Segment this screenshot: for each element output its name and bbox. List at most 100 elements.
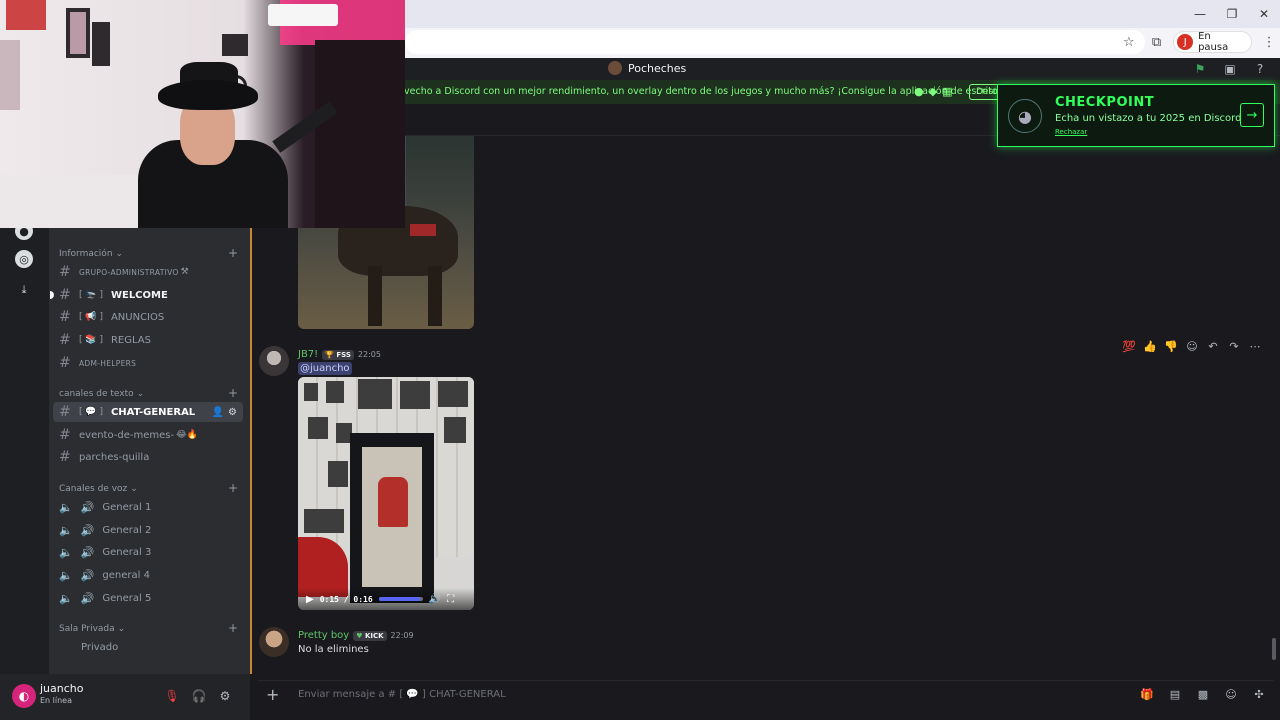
user-mention[interactable]: @juancho [298, 362, 352, 375]
author-avatar[interactable] [259, 346, 289, 376]
voice-general-1[interactable]: 🔈 🔊 General 1 [53, 497, 243, 517]
speaker-icon: 🔊 [80, 568, 95, 582]
channel-actions: 👤 ⚙ [212, 407, 237, 418]
gift-icon[interactable]: 🎁 [1140, 687, 1154, 701]
webcam-frame [268, 4, 338, 26]
message-composer[interactable]: + Enviar mensaje a # [ 💬 ] CHAT-GENERAL … [258, 680, 1274, 708]
category-sala-privada[interactable]: Sala Privada ⌄ [59, 624, 125, 634]
chat-scrollbar[interactable] [1272, 638, 1276, 660]
volume-icon[interactable]: 🔊 [429, 594, 441, 605]
voice-general-2[interactable]: 🔈 🔊 General 2 [53, 520, 243, 540]
voice-general-3[interactable]: 🔈 🔊 General 3 [53, 542, 243, 562]
hash-icon: # [59, 287, 71, 303]
video-frame [304, 383, 318, 401]
emoji-icon[interactable]: ☺ [1224, 687, 1238, 701]
hash-icon: # [59, 309, 71, 325]
more-options-icon[interactable]: ⋯ [1247, 338, 1263, 354]
hash-icon: # [59, 264, 71, 280]
hash-icon: # [59, 427, 71, 443]
reaction-100-icon[interactable]: 💯 [1121, 338, 1137, 354]
channel-label: parches-quilla [79, 451, 150, 463]
badge-label: KICK [364, 631, 384, 640]
webcam-frame [315, 40, 405, 228]
user-avatar[interactable]: ◐ [12, 684, 36, 708]
timestamp: 22:05 [357, 350, 381, 359]
role-badge: ♥ KICK [353, 630, 387, 641]
timestamp: 22:09 [390, 631, 414, 640]
extensions-icon[interactable]: ⧉ [1146, 31, 1168, 53]
video-progress-fill [378, 597, 421, 601]
address-bar[interactable] [405, 30, 1145, 54]
webcam-frame [0, 175, 140, 228]
channel-adm-helpers[interactable]: # ADM-HELPERS [53, 353, 243, 373]
voice-general-5[interactable]: 🔈 🔊 General 5 [53, 588, 243, 608]
add-reaction-icon[interactable]: ☺ [1184, 338, 1200, 354]
attach-plus-icon[interactable]: + [266, 685, 279, 704]
thumbs-down-icon[interactable]: 👎 [1163, 338, 1179, 354]
channel-label: General 2 [102, 524, 152, 536]
invite-icon[interactable]: 👤 [212, 407, 224, 418]
sticker-icon[interactable]: ▩ [1196, 687, 1210, 701]
author-name[interactable]: JB7! [298, 349, 318, 360]
play-icon[interactable]: ▶ [306, 594, 314, 605]
discord-logo-icon: ◕ [1008, 99, 1042, 133]
add-channel-icon[interactable]: + [228, 481, 238, 495]
mic-muted-icon[interactable]: 🎙 [161, 685, 183, 707]
thumbs-up-icon[interactable]: 👍 [1142, 338, 1158, 354]
headphones-icon[interactable]: 🎧 [188, 685, 210, 707]
more-menu-icon[interactable]: ⋮ [1258, 31, 1280, 53]
checkpoint-dismiss-link[interactable]: Rechazar [1055, 128, 1087, 136]
chevron-down-icon: ⌄ [136, 389, 145, 399]
close-icon[interactable]: ✕ [1248, 0, 1280, 28]
server-title: Pocheches [608, 61, 686, 75]
fullscreen-icon[interactable]: ⛶ [447, 594, 454, 605]
channel-anuncios[interactable]: # [ 📢 ] ANUNCIOS [53, 307, 243, 327]
arrow-right-icon[interactable]: → [1240, 103, 1264, 127]
discover-icon[interactable]: ◎ [15, 250, 33, 268]
channel-parches-quilla[interactable]: # parches-quilla [53, 447, 243, 467]
forward-icon[interactable]: ↷ [1226, 338, 1242, 354]
author-name[interactable]: Pretty boy [298, 630, 349, 641]
gear-icon[interactable]: ⚙ [228, 407, 237, 418]
channel-label: general 4 [102, 569, 150, 581]
channel-evento-de-memes[interactable]: # evento-de-memes- 😂🔥 [53, 425, 243, 445]
channel-privado[interactable]: Privado [53, 637, 243, 657]
checkpoint-popup[interactable]: ◕ CHECKPOINT Echa un vistazo a tu 2025 e… [997, 84, 1275, 147]
profile-button[interactable]: J En pausa [1173, 31, 1253, 53]
category-canales-de-voz[interactable]: Canales de voz ⌄ [59, 484, 138, 494]
chevron-down-icon: ⌄ [115, 249, 124, 259]
restore-icon[interactable]: ❐ [1216, 0, 1248, 28]
bookmark-star-icon[interactable]: ☆ [1118, 31, 1140, 53]
video-attachment[interactable]: ▶ 0:15 / 0:16 🔊 ⛶ [298, 377, 474, 610]
reply-icon[interactable]: ↶ [1205, 338, 1221, 354]
channel-label: WELCOME [110, 289, 168, 301]
webcam-overlay [0, 0, 405, 228]
inbox-icon[interactable]: ▣ [1222, 61, 1238, 77]
channel-grupo-administrativo[interactable]: # GRUPO-ADMINISTRATIVO ⚒ [53, 262, 243, 282]
category-canales-de-texto[interactable]: canales de texto ⌄ [59, 389, 144, 399]
minimize-icon[interactable]: — [1184, 0, 1216, 28]
channel-label: ADM-HELPERS [79, 358, 137, 368]
video-progress-bar[interactable] [378, 597, 423, 601]
download-apps-icon[interactable]: ⤓ [15, 281, 33, 299]
message-header: Pretty boy ♥ KICK 22:09 [298, 630, 414, 641]
settings-gear-icon[interactable]: ⚙ [214, 685, 236, 707]
voice-locked-icon: 🔈 [59, 523, 73, 537]
hash-icon: # [59, 449, 71, 465]
add-channel-icon[interactable]: + [228, 246, 238, 260]
flag-icon[interactable]: ⚑ [1192, 61, 1208, 77]
category-informacion[interactable]: Información ⌄ [59, 249, 123, 259]
help-icon[interactable]: ? [1252, 61, 1268, 77]
add-channel-icon[interactable]: + [228, 621, 238, 635]
user-panel: ◐ juancho En línea 🎙 🎧 ⚙ [0, 674, 250, 720]
voice-general-4[interactable]: 🔈 🔊 general 4 [53, 565, 243, 585]
channel-reglas[interactable]: # [ 📚 ] REGLAS [53, 330, 243, 350]
channel-chat-general[interactable]: # [ 💬 ] CHAT-GENERAL 👤 ⚙ [53, 402, 243, 422]
webcam-frame [6, 0, 46, 30]
add-channel-icon[interactable]: + [228, 386, 238, 400]
author-avatar[interactable] [259, 627, 289, 657]
message-text: No la elimines [298, 644, 369, 655]
apps-icon[interactable]: ✣ [1252, 687, 1266, 701]
channel-welcome[interactable]: # [ 🛬 ] WELCOME [50, 285, 243, 305]
gif-icon[interactable]: ▤ [1168, 687, 1182, 701]
